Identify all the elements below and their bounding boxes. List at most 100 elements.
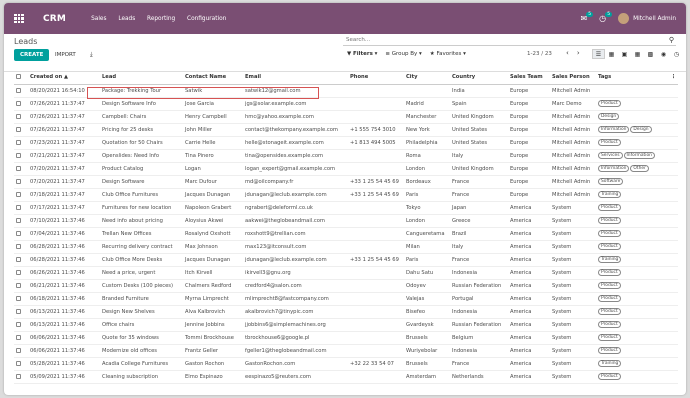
pager-previous-icon[interactable]: ‹ bbox=[566, 49, 569, 57]
cell-sales-person: System bbox=[550, 357, 596, 371]
user-menu[interactable]: Mitchell Admin bbox=[618, 13, 676, 24]
row-checkbox[interactable] bbox=[14, 214, 28, 228]
cell-sales-person: System bbox=[550, 279, 596, 293]
table-row[interactable]: 07/26/2021 11:37:47 Pricing for 25 desks J… bbox=[14, 123, 678, 137]
row-checkbox[interactable] bbox=[14, 279, 28, 293]
cell-city: Brussels bbox=[404, 357, 450, 371]
download-icon[interactable]: ⤓ bbox=[90, 51, 93, 59]
create-button[interactable]: CREATE bbox=[14, 49, 50, 61]
cell-city: Dahu Satu bbox=[404, 266, 450, 280]
messages-icon[interactable]: ✉ 5 bbox=[580, 12, 594, 23]
row-checkbox[interactable] bbox=[14, 344, 28, 358]
row-checkbox[interactable] bbox=[14, 136, 28, 150]
apps-menu-icon[interactable] bbox=[14, 13, 24, 24]
table-row[interactable]: 08/20/2021 16:54:10 Package: Trekking Tou… bbox=[14, 84, 678, 98]
table-row[interactable]: 07/18/2021 11:37:47 Club Office Furniture… bbox=[14, 188, 678, 202]
row-checkbox[interactable] bbox=[14, 97, 28, 111]
cell-created-on: 06/13/2021 11:37:46 bbox=[28, 305, 100, 319]
table-row[interactable]: 05/09/2021 11:37:46 Cleaning subscription… bbox=[14, 370, 678, 384]
row-checkbox[interactable] bbox=[14, 240, 28, 254]
groupby-dropdown[interactable]: ≡ Group By ▾ bbox=[385, 51, 421, 57]
row-checkbox[interactable] bbox=[14, 292, 28, 306]
column-country[interactable]: Country bbox=[450, 70, 508, 85]
cell-contact-name: Myrna Limprecht bbox=[183, 292, 243, 306]
table-row[interactable]: 06/28/2021 11:37:46 Recurring delivery co… bbox=[14, 240, 678, 254]
table-row[interactable]: 05/28/2021 11:37:46 Acadia College Furnit… bbox=[14, 357, 678, 371]
row-checkbox[interactable] bbox=[14, 201, 28, 215]
column-sales-team[interactable]: Sales Team bbox=[508, 70, 550, 85]
calendar-view-icon[interactable]: ▣ bbox=[618, 49, 631, 59]
list-view-icon[interactable]: ☰ bbox=[592, 49, 605, 59]
table-row[interactable]: 07/04/2021 11:37:46 Trellan New Offices Ro… bbox=[14, 227, 678, 241]
cell-tags: Product bbox=[596, 318, 678, 332]
row-checkbox[interactable] bbox=[14, 110, 28, 124]
table-row[interactable]: 07/17/2021 11:37:47 Furnitures for new lo… bbox=[14, 201, 678, 215]
table-row[interactable]: 07/20/2021 11:37:47 Product Catalog Logan l… bbox=[14, 162, 678, 176]
column-lead[interactable]: Lead bbox=[100, 70, 183, 85]
pivot-view-icon[interactable]: ▦ bbox=[631, 49, 644, 59]
menu-sales[interactable]: Sales bbox=[91, 16, 106, 22]
menu-leads[interactable]: Leads bbox=[118, 16, 135, 22]
cell-created-on: 06/06/2021 11:37:46 bbox=[28, 331, 100, 345]
row-checkbox[interactable] bbox=[14, 162, 28, 176]
table-row[interactable]: 06/06/2021 11:37:46 Modernize old offices… bbox=[14, 344, 678, 358]
row-checkbox[interactable] bbox=[14, 149, 28, 163]
row-checkbox[interactable] bbox=[14, 84, 28, 98]
pager-value[interactable]: 1-23 / 23 bbox=[527, 51, 552, 57]
table-row[interactable]: 07/23/2021 11:37:47 Quotation for 50 Chai… bbox=[14, 136, 678, 150]
table-row[interactable]: 07/21/2021 11:37:47 Openslides: Need Info… bbox=[14, 149, 678, 163]
kanban-view-icon[interactable]: ▦ bbox=[605, 49, 618, 59]
column-tags[interactable]: Tags ⋮ bbox=[596, 70, 678, 85]
table-row[interactable]: 06/13/2021 11:37:46 Office chairs Jennine … bbox=[14, 318, 678, 332]
column-sales-person[interactable]: Sales Person bbox=[550, 70, 596, 85]
cell-contact-name: Jacques Dunagan bbox=[183, 253, 243, 267]
cell-tags: Product bbox=[596, 136, 678, 150]
table-row[interactable]: 06/26/2021 11:37:46 Need a price, urgent I… bbox=[14, 266, 678, 280]
column-phone[interactable]: Phone bbox=[348, 70, 404, 85]
row-checkbox[interactable] bbox=[14, 370, 28, 384]
cell-tags: Product bbox=[596, 370, 678, 384]
graph-view-icon[interactable]: ▩ bbox=[644, 49, 657, 59]
cell-city: Madrid bbox=[404, 97, 450, 111]
menu-reporting[interactable]: Reporting bbox=[147, 16, 175, 22]
table-row[interactable]: 06/28/2021 11:37:46 Club Office More Desk… bbox=[14, 253, 678, 267]
row-checkbox[interactable] bbox=[14, 253, 28, 267]
column-created-on[interactable]: Created on ▲ bbox=[28, 70, 100, 85]
row-checkbox[interactable] bbox=[14, 188, 28, 202]
row-checkbox[interactable] bbox=[14, 266, 28, 280]
row-checkbox[interactable] bbox=[14, 357, 28, 371]
menu-configuration[interactable]: Configuration bbox=[187, 16, 226, 22]
table-row[interactable]: 06/18/2021 11:37:46 Branded Furniture Myrn… bbox=[14, 292, 678, 306]
filters-dropdown[interactable]: ▼ Filters ▾ bbox=[347, 51, 377, 57]
table-row[interactable]: 06/06/2021 11:37:46 Quote for 35 windows T… bbox=[14, 331, 678, 345]
table-row[interactable]: 07/26/2021 11:37:47 Design Software Info J… bbox=[14, 97, 678, 111]
pager-next-icon[interactable]: › bbox=[577, 49, 580, 57]
cell-sales-team: America bbox=[508, 292, 550, 306]
table-row[interactable]: 07/10/2021 11:37:46 Need info about prici… bbox=[14, 214, 678, 228]
select-all-checkbox[interactable] bbox=[14, 70, 28, 85]
column-email[interactable]: Email bbox=[243, 70, 348, 85]
activity-view-icon[interactable]: ◷ bbox=[670, 49, 683, 59]
row-checkbox[interactable] bbox=[14, 331, 28, 345]
import-button[interactable]: IMPORT bbox=[55, 52, 76, 58]
cell-contact-name: Elmo Espinazo bbox=[183, 370, 243, 384]
table-row[interactable]: 06/13/2021 11:37:46 Design New Shelves Alv… bbox=[14, 305, 678, 319]
row-checkbox[interactable] bbox=[14, 318, 28, 332]
search-icon[interactable]: ⚲ bbox=[669, 36, 674, 44]
favorites-dropdown[interactable]: ★ Favorites ▾ bbox=[430, 51, 466, 57]
row-checkbox[interactable] bbox=[14, 227, 28, 241]
table-row[interactable]: 07/20/2021 11:37:47 Design Software Marc D… bbox=[14, 175, 678, 189]
app-brand[interactable]: CRM bbox=[43, 14, 66, 24]
optional-columns-icon[interactable]: ⋮ bbox=[671, 74, 676, 80]
search-input[interactable] bbox=[343, 35, 643, 45]
column-city[interactable]: City bbox=[404, 70, 450, 85]
activities-icon[interactable]: ◷ 5 bbox=[599, 12, 613, 23]
row-checkbox[interactable] bbox=[14, 305, 28, 319]
table-row[interactable]: 07/26/2021 11:37:47 Campbell: Chairs Henry… bbox=[14, 110, 678, 124]
row-checkbox[interactable] bbox=[14, 123, 28, 137]
map-view-icon[interactable]: ◉ bbox=[657, 49, 670, 59]
row-checkbox[interactable] bbox=[14, 175, 28, 189]
column-contact-name[interactable]: Contact Name bbox=[183, 70, 243, 85]
cell-created-on: 07/21/2021 11:37:47 bbox=[28, 149, 100, 163]
table-row[interactable]: 06/21/2021 11:37:46 Custom Desks (100 pie… bbox=[14, 279, 678, 293]
